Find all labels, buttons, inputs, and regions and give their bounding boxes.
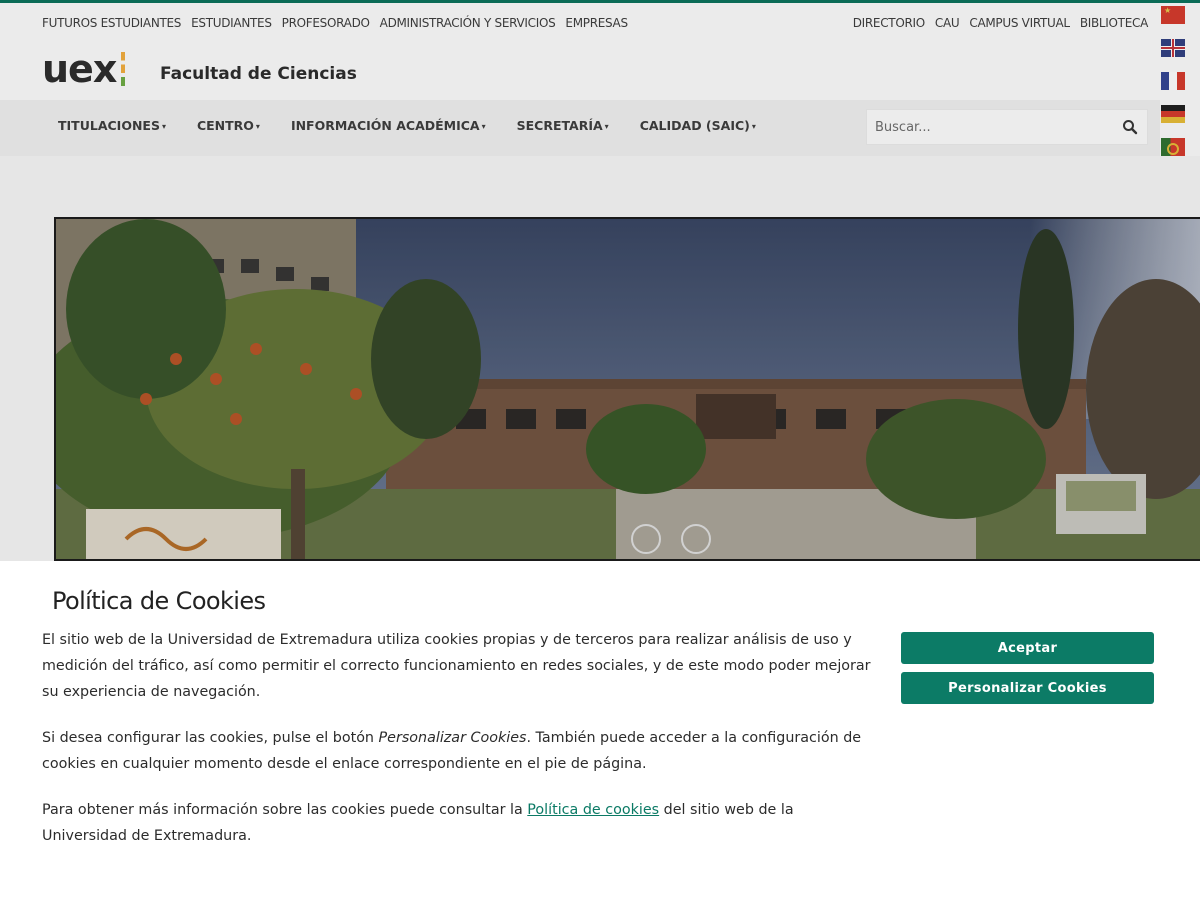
cookie-banner: Política de Cookies El sitio web de la U… (0, 561, 1200, 900)
link-administracion-servicios[interactable]: ADMINISTRACIÓN Y SERVICIOS (380, 16, 556, 30)
link-estudiantes[interactable]: ESTUDIANTES (191, 16, 272, 30)
nav-informacion-academica[interactable]: INFORMACIÓN ACADÉMICA ▾ (291, 118, 486, 133)
link-directorio[interactable]: DIRECTORIO (853, 16, 925, 30)
customize-cookies-button[interactable]: Personalizar Cookies (901, 672, 1154, 704)
search-input[interactable] (875, 110, 1115, 144)
site-header: FUTUROS ESTUDIANTES ESTUDIANTES PROFESOR… (0, 3, 1200, 156)
cookie-paragraph-2-emphasis: Personalizar Cookies (378, 730, 527, 746)
cookie-paragraph-3-text: Para obtener más información sobre las c… (42, 802, 528, 818)
uex-logo[interactable]: uex (42, 47, 126, 91)
logo-wordmark: uex (42, 47, 117, 91)
uk-flag-icon[interactable] (1161, 39, 1185, 57)
france-flag-icon[interactable] (1161, 72, 1185, 90)
search-icon[interactable] (1121, 118, 1139, 136)
link-profesorado[interactable]: PROFESORADO (282, 16, 370, 30)
main-navbar: TITULACIONES ▾ CENTRO ▾ INFORMACIÓN ACADÉM… (0, 100, 1160, 156)
hero-campus-photo (54, 217, 1200, 561)
portugal-flag-icon[interactable] (1161, 138, 1185, 156)
nav-calidad[interactable]: CALIDAD (SAIC) ▾ (640, 118, 756, 133)
link-cau[interactable]: CAU (935, 16, 960, 30)
search-box (866, 109, 1148, 145)
link-empresas[interactable]: EMPRESAS (565, 16, 628, 30)
caret-down-icon: ▾ (481, 122, 486, 131)
cookie-paragraph-2-text: Si desea configurar las cookies, pulse e… (42, 730, 379, 746)
campus-building-photo (56, 219, 1200, 559)
faculty-name[interactable]: Facultad de Ciencias (160, 64, 357, 84)
utility-links: DIRECTORIO CAU CAMPUS VIRTUAL BIBLIOTECA (853, 16, 1149, 30)
nav-secretaria[interactable]: SECRETARÍA ▾ (517, 118, 609, 133)
cookie-paragraph-1: El sitio web de la Universidad de Extrem… (42, 632, 871, 700)
germany-flag-icon[interactable] (1161, 105, 1185, 123)
cookie-body: El sitio web de la Universidad de Extrem… (42, 627, 872, 869)
cookie-policy-link[interactable]: Política de cookies (527, 802, 659, 818)
link-campus-virtual[interactable]: CAMPUS VIRTUAL (969, 16, 1070, 30)
nav-informacion-academica-label: INFORMACIÓN ACADÉMICA (290, 118, 480, 133)
chinese-flag-icon[interactable] (1161, 6, 1185, 24)
caret-down-icon: ▾ (161, 122, 166, 131)
cookie-paragraph-3: Para obtener más información sobre las c… (42, 797, 872, 849)
cookie-paragraph-2: Si desea configurar las cookies, pulse e… (42, 725, 872, 777)
link-biblioteca[interactable]: BIBLIOTECA (1080, 16, 1148, 30)
audience-links: FUTUROS ESTUDIANTES ESTUDIANTES PROFESOR… (42, 16, 628, 30)
caret-down-icon: ▾ (255, 122, 260, 131)
logo-color-bar (121, 52, 126, 86)
nav-titulaciones[interactable]: TITULACIONES ▾ (58, 118, 166, 133)
caret-down-icon: ▾ (604, 122, 609, 131)
accept-cookies-button[interactable]: Aceptar (901, 632, 1154, 664)
nav-centro[interactable]: CENTRO ▾ (197, 118, 260, 133)
nav-calidad-label: CALIDAD (SAIC) (639, 118, 750, 133)
nav-secretaria-label: SECRETARÍA (516, 118, 603, 133)
link-futuros-estudiantes[interactable]: FUTUROS ESTUDIANTES (42, 16, 181, 30)
language-selector (1161, 6, 1185, 156)
nav-titulaciones-label: TITULACIONES (58, 118, 160, 133)
nav-centro-label: CENTRO (196, 118, 254, 133)
cookie-title: Política de Cookies (52, 587, 266, 615)
caret-down-icon: ▾ (751, 122, 756, 131)
